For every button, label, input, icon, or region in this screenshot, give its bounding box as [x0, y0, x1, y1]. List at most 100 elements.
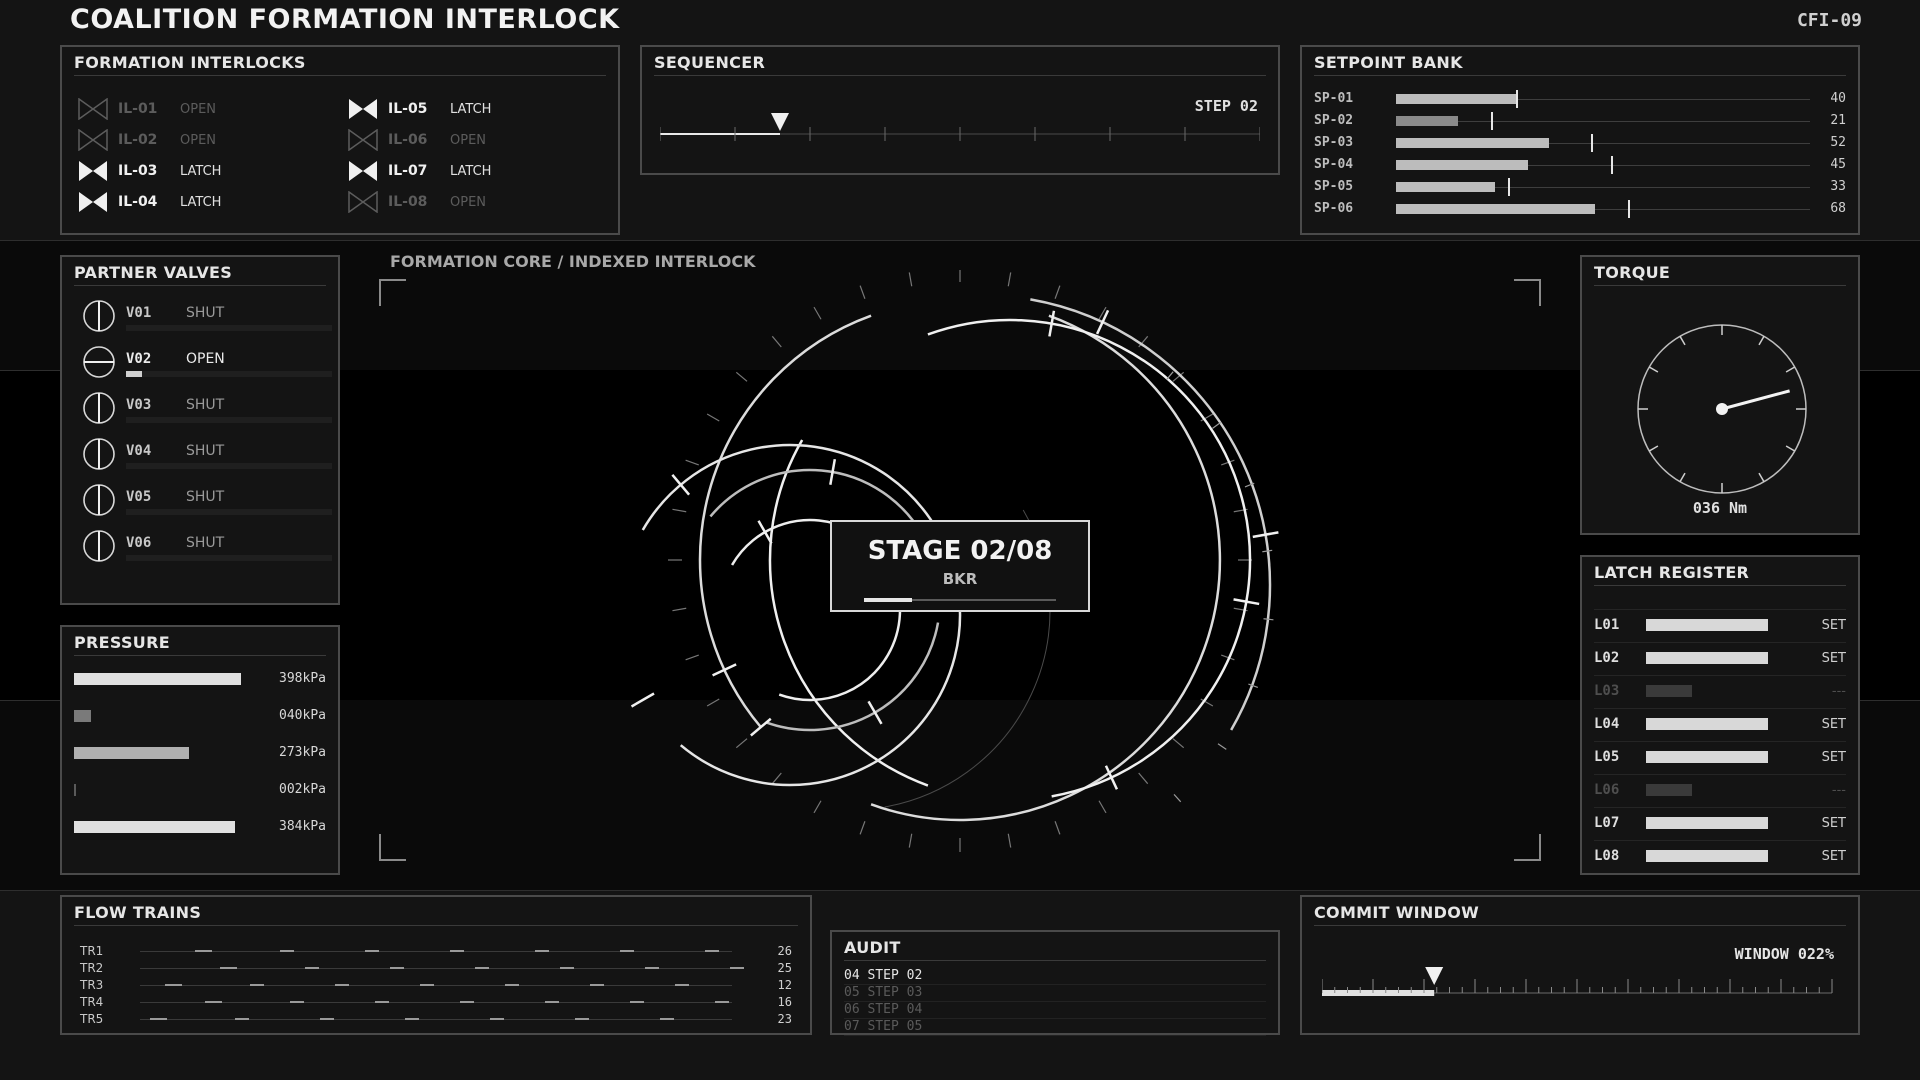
interlock-state: OPEN [180, 101, 217, 117]
latch-l01[interactable]: L01 SET [1594, 609, 1846, 639]
setpoint-row[interactable]: SP-03 52 [1314, 134, 1846, 152]
sequencer-marker-icon[interactable] [771, 113, 789, 131]
valve-v03[interactable]: V03 SHUT [82, 389, 332, 429]
setpoint-row[interactable]: SP-02 21 [1314, 112, 1846, 130]
interlock-id: IL-06 [388, 132, 428, 148]
setpoint-panel: SETPOINT BANK SP-01 40 SP-02 21 SP-03 52 SP-04… [1300, 45, 1860, 235]
latch-l07[interactable]: L07 SET [1594, 807, 1846, 837]
pressure-panel: PRESSURE 398kPa 040kPa 273kPa 002kPa 384kPa [60, 625, 340, 875]
panel-title: FLOW TRAINS [74, 903, 202, 922]
interlock-il-07[interactable]: IL-07 LATCH [348, 159, 491, 183]
latch-state: SET [1821, 750, 1846, 765]
sequencer-track[interactable] [660, 109, 1260, 149]
divider [1860, 370, 1920, 371]
valves-panel: PARTNER VALVES V01 SHUT V02 OPEN V03 SHUT V04 S… [60, 255, 340, 605]
valve-v06[interactable]: V06 SHUT [82, 527, 332, 567]
flow-train-value: 25 [777, 961, 792, 975]
flow-dash [223, 967, 237, 969]
core-tick [1054, 821, 1061, 835]
valve-v05[interactable]: V05 SHUT [82, 481, 332, 521]
flow-dash [575, 1018, 589, 1020]
stage-sub: BKR [942, 570, 978, 588]
interlock-il-03[interactable]: IL-03 LATCH [78, 159, 221, 183]
commit-marker-icon[interactable] [1425, 967, 1444, 985]
flow-dash [420, 984, 434, 986]
setpoint-fill [1396, 138, 1550, 148]
pressure-bar [74, 821, 236, 833]
setpoint-value: 40 [1830, 91, 1846, 106]
core-tick [685, 459, 699, 466]
latch-l05[interactable]: L05 SET [1594, 741, 1846, 771]
setpoint-row[interactable]: SP-01 40 [1314, 90, 1846, 108]
valve-v01[interactable]: V01 SHUT [82, 297, 332, 337]
setpoint-marker[interactable] [1491, 112, 1494, 130]
latch-l03[interactable]: L03 --- [1594, 675, 1846, 705]
setpoint-marker[interactable] [1611, 156, 1614, 174]
panel-rule [74, 75, 606, 76]
corner-bracket [379, 834, 406, 861]
valve-v04[interactable]: V04 SHUT [82, 435, 332, 475]
setpoint-id: SP-06 [1314, 201, 1354, 216]
latch-l04[interactable]: L04 SET [1594, 708, 1846, 738]
valve-state: SHUT [186, 443, 225, 459]
pressure-bar [74, 747, 189, 759]
audit-entry[interactable]: 05 STEP 03 [844, 985, 1266, 1002]
setpoint-row[interactable]: SP-06 68 [1314, 200, 1846, 218]
flow-dash [715, 1001, 729, 1003]
latch-l02[interactable]: L02 SET [1594, 642, 1846, 672]
flow-train-row: TR2 25 [80, 960, 792, 977]
latch-state: --- [1831, 783, 1846, 798]
torque-panel: TORQUE 036 Nm [1580, 255, 1860, 535]
interlock-state: LATCH [180, 194, 222, 210]
latch-id: L08 [1594, 848, 1620, 864]
setpoint-marker[interactable] [1516, 90, 1519, 108]
latch-l08[interactable]: L08 SET [1594, 840, 1846, 870]
latch-l06[interactable]: L06 --- [1594, 774, 1846, 804]
audit-entry[interactable]: 04 STEP 02 [844, 968, 1266, 985]
setpoint-marker[interactable] [1627, 200, 1630, 218]
commit-slider[interactable] [1322, 963, 1842, 1003]
audit-entry[interactable]: 06 STEP 04 [844, 1002, 1266, 1019]
setpoint-marker[interactable] [1507, 178, 1510, 196]
panel-title: TORQUE [1594, 263, 1671, 282]
interlock-il-04[interactable]: IL-04 LATCH [78, 190, 221, 214]
commit-fill [1322, 990, 1435, 996]
gauge-hub [1716, 403, 1728, 415]
stage-box[interactable]: STAGE 02/08 BKR [830, 520, 1090, 612]
flow-train-id: TR4 [80, 995, 104, 1009]
core-tick [813, 800, 822, 814]
setpoint-row[interactable]: SP-04 45 [1314, 156, 1846, 174]
valve-open-icon [83, 346, 115, 378]
pressure-value: 398kPa [279, 671, 326, 686]
valve-v02[interactable]: V02 OPEN [82, 343, 332, 383]
valve-shut-icon [83, 392, 115, 424]
stage-title: STAGE 02/08 [867, 536, 1053, 566]
interlock-il-08[interactable]: IL-08 OPEN [348, 190, 486, 214]
flow-dash [630, 1001, 644, 1003]
setpoint-row[interactable]: SP-05 33 [1314, 178, 1846, 196]
app-code: CFI-09 [1796, 10, 1862, 31]
pressure-value: 040kPa [279, 708, 326, 723]
flow-train-value: 23 [777, 1012, 792, 1026]
interlock-il-02[interactable]: IL-02 OPEN [78, 128, 216, 152]
setpoint-marker[interactable] [1590, 134, 1593, 152]
flow-dash [475, 967, 489, 969]
panel-rule [74, 925, 798, 926]
pressure-row: 398kPa [74, 669, 326, 689]
audit-entry[interactable]: 07 STEP 05 [844, 1019, 1266, 1036]
interlock-il-06[interactable]: IL-06 OPEN [348, 128, 486, 152]
latch-state: SET [1821, 717, 1846, 732]
core-tick [671, 474, 691, 496]
interlock-il-05[interactable]: IL-05 LATCH [348, 97, 491, 121]
flow-dash [705, 950, 719, 952]
valve-level-bar [126, 371, 332, 377]
core-label: FORMATION CORE / INDEXED INTERLOCK [390, 252, 756, 271]
flow-dash [405, 1018, 419, 1020]
flow-dash [320, 1018, 334, 1020]
core-tick [685, 654, 699, 661]
pressure-row: 273kPa [74, 743, 326, 763]
interlock-il-01[interactable]: IL-01 OPEN [78, 97, 216, 121]
pressure-bar [74, 710, 91, 722]
flow-dash [168, 984, 182, 986]
setpoint-value: 33 [1830, 179, 1846, 194]
